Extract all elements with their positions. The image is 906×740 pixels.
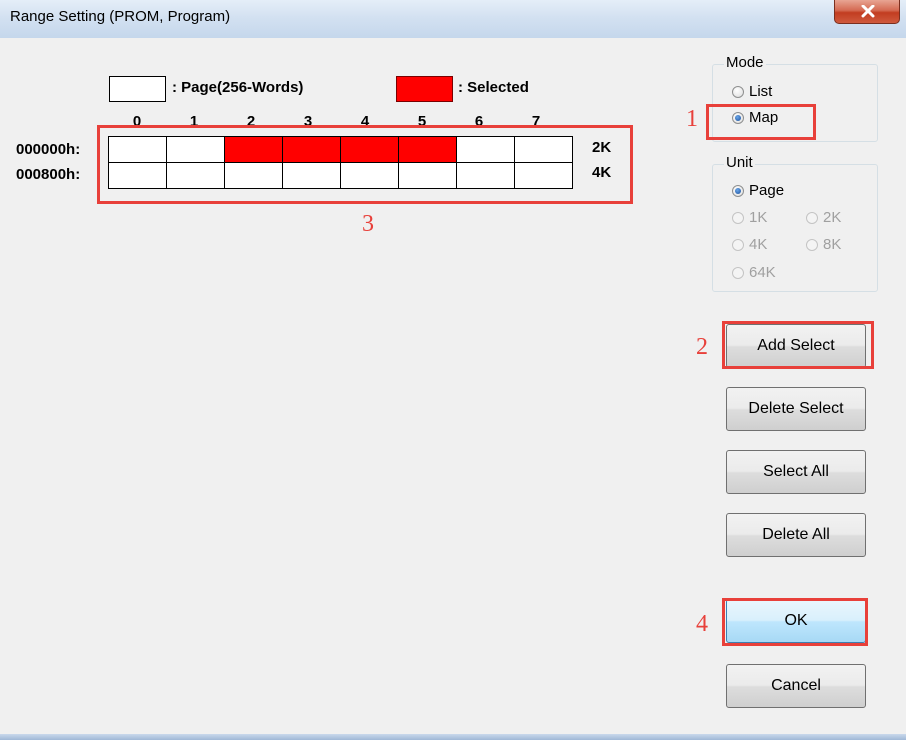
radio-button-icon bbox=[732, 266, 744, 279]
radio-button-icon bbox=[732, 211, 744, 224]
close-icon bbox=[861, 5, 875, 18]
unit-radio-2k[interactable]: 2K bbox=[806, 209, 841, 226]
unit-radio-8k[interactable]: 8K bbox=[806, 236, 841, 253]
cancel-button[interactable]: Cancel bbox=[726, 664, 866, 708]
delete-select-button[interactable]: Delete Select bbox=[726, 387, 866, 431]
radio-button-icon bbox=[806, 211, 818, 224]
legend-selected-swatch bbox=[396, 76, 453, 102]
radio-button-checked-icon bbox=[732, 184, 744, 197]
annotation-box-2 bbox=[722, 321, 874, 369]
annotation-number-2: 2 bbox=[696, 334, 708, 360]
unit-radio-label: 4K bbox=[749, 236, 768, 253]
close-button[interactable] bbox=[834, 0, 900, 24]
unit-radio-64k[interactable]: 64K bbox=[732, 264, 776, 281]
mode-radio-label: List bbox=[749, 83, 773, 100]
select-all-button[interactable]: Select All bbox=[726, 450, 866, 494]
row-address-1: 000800h: bbox=[16, 166, 81, 183]
annotation-number-4: 4 bbox=[696, 611, 708, 637]
window-title: Range Setting (PROM, Program) bbox=[10, 8, 231, 25]
range-setting-dialog: Range Setting (PROM, Program) : Page(256… bbox=[0, 0, 906, 740]
unit-radio-label: 8K bbox=[823, 236, 842, 253]
unit-radio-label: 64K bbox=[749, 264, 776, 281]
legend-page-label: : Page(256-Words) bbox=[172, 79, 304, 96]
annotation-box-3 bbox=[97, 125, 633, 204]
title-bar: Range Setting (PROM, Program) bbox=[0, 0, 906, 38]
radio-button-icon bbox=[732, 238, 744, 251]
window-bottom-border bbox=[0, 734, 906, 740]
unit-radio-label: 1K bbox=[749, 209, 768, 226]
delete-all-button[interactable]: Delete All bbox=[726, 513, 866, 557]
unit-radio-1k[interactable]: 1K bbox=[732, 209, 767, 226]
radio-button-icon bbox=[806, 238, 818, 251]
mode-radio-list[interactable]: List bbox=[732, 83, 772, 100]
mode-group-title: Mode bbox=[724, 54, 766, 71]
unit-radio-page[interactable]: Page bbox=[732, 182, 784, 199]
unit-group-title: Unit bbox=[724, 154, 755, 171]
annotation-number-1: 1 bbox=[686, 106, 698, 132]
unit-radio-4k[interactable]: 4K bbox=[732, 236, 767, 253]
legend-selected-label: : Selected bbox=[458, 79, 529, 96]
annotation-number-3: 3 bbox=[362, 211, 374, 237]
annotation-box-4 bbox=[722, 598, 868, 646]
legend-page-swatch bbox=[109, 76, 166, 102]
unit-radio-label: Page bbox=[749, 182, 785, 199]
radio-button-icon bbox=[732, 85, 744, 98]
row-address-0: 000000h: bbox=[16, 141, 81, 158]
unit-radio-label: 2K bbox=[823, 209, 842, 226]
annotation-box-1 bbox=[706, 104, 816, 140]
